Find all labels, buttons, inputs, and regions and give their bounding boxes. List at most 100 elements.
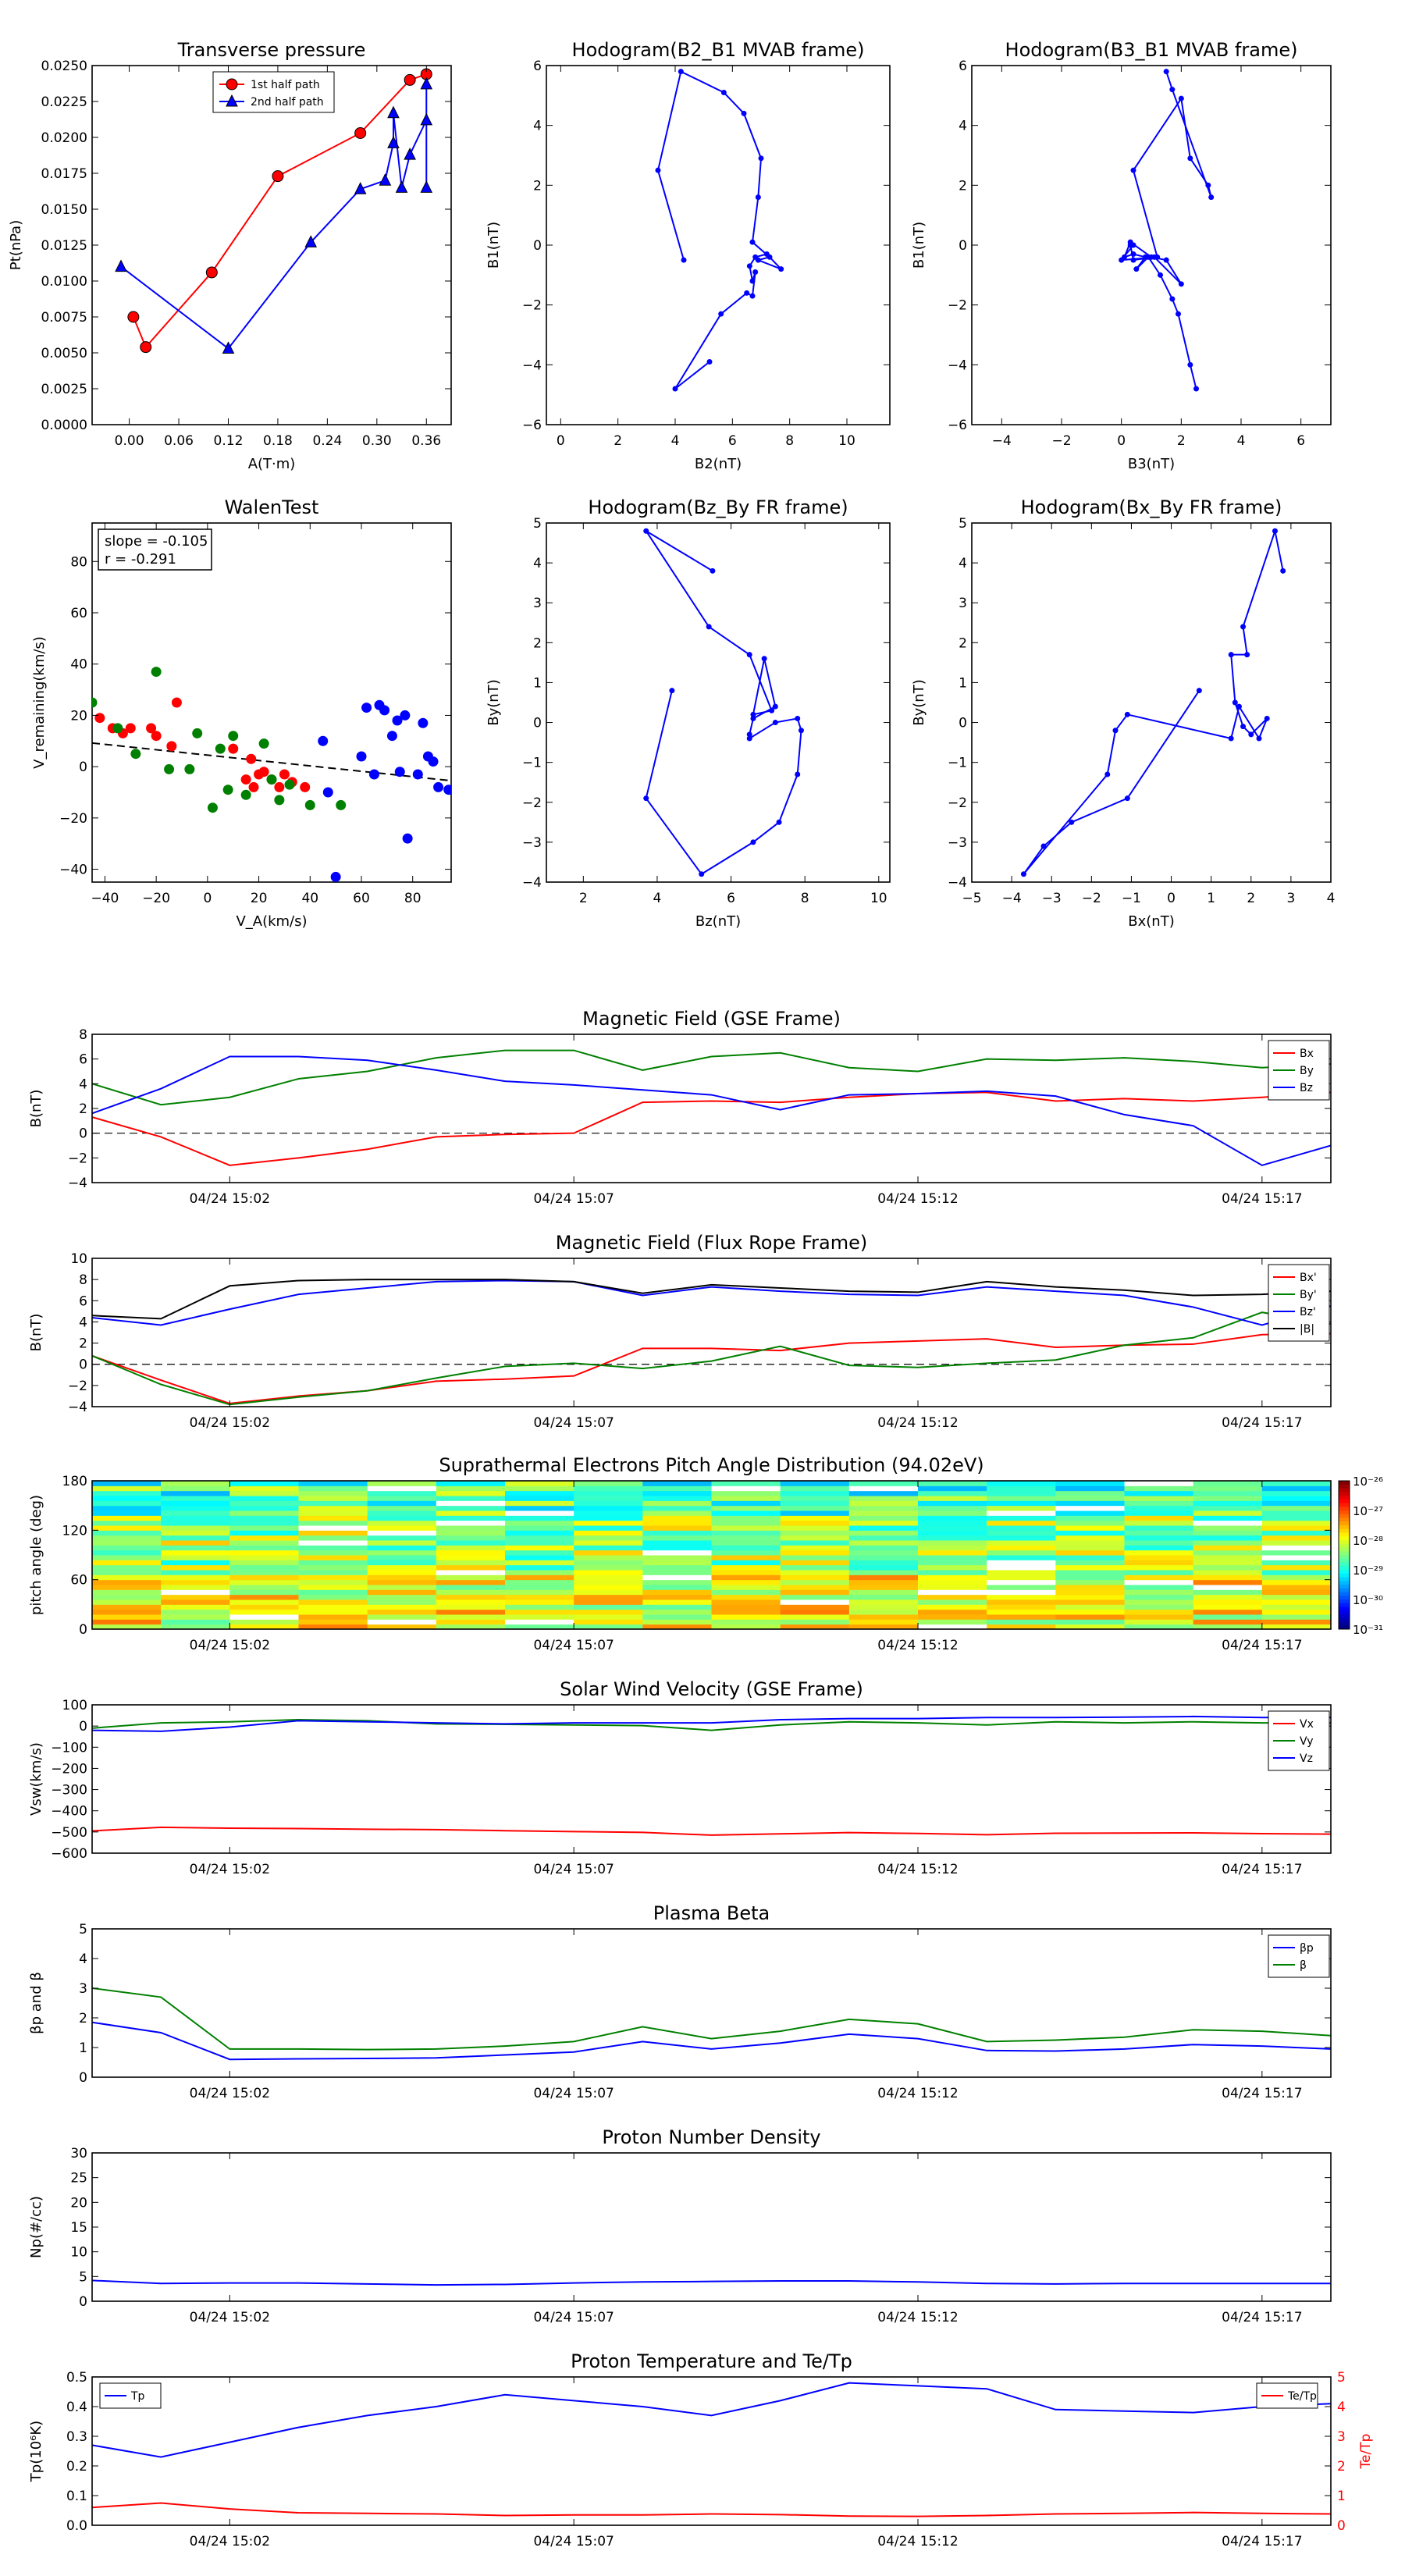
heatmap-cell (848, 1520, 919, 1526)
heatmap-cell (1261, 1574, 1331, 1581)
x-tick-label: 0.36 (411, 433, 441, 449)
heatmap-cell (92, 1599, 162, 1605)
data-point (1112, 728, 1119, 734)
x-tick-label: 8 (785, 433, 794, 449)
heatmap-cell (367, 1599, 437, 1605)
heatmap-cell (92, 1594, 162, 1600)
heatmap-cell (161, 1545, 230, 1551)
data-point (420, 180, 433, 193)
heatmap-cell (1261, 1530, 1331, 1536)
heatmap-cell (92, 1589, 162, 1596)
scatter-point (240, 774, 251, 785)
heatmap-cell (1261, 1545, 1331, 1551)
y-axis-label: Vsw(km/s) (28, 1742, 44, 1816)
data-point (746, 263, 752, 269)
heatmap-cell (505, 1510, 574, 1516)
x-axis-label: Bx(nT) (1128, 913, 1174, 930)
heatmap-cell (161, 1570, 230, 1575)
heatmap-cell (711, 1560, 781, 1566)
heatmap-cell (161, 1594, 230, 1600)
heatmap-cell (229, 1490, 299, 1496)
x-tick-label: 2 (614, 433, 622, 449)
y-tick-label: 0.4 (66, 2400, 87, 2415)
heatmap-cell (918, 1599, 987, 1605)
colorbar-segment (1339, 1510, 1350, 1515)
colorbar-segment (1339, 1606, 1350, 1611)
heatmap-cell (1055, 1604, 1125, 1610)
data-point (127, 311, 140, 323)
heatmap-cell (229, 1515, 299, 1521)
heatmap-cell (505, 1555, 574, 1560)
colorbar-segment (1339, 1499, 1350, 1503)
scatter-point (94, 713, 105, 724)
colorbar-segment (1339, 1558, 1350, 1563)
heatmap-cell (367, 1579, 437, 1585)
y-tick-label: −2 (522, 795, 542, 811)
heatmap-cell (918, 1550, 987, 1556)
y-tick-label: −200 (51, 1761, 87, 1777)
series-line (1119, 71, 1212, 390)
y-tick-label: −600 (51, 1846, 87, 1862)
chart-title: Transverse pressure (177, 39, 366, 61)
heatmap-cell (436, 1599, 506, 1605)
heatmap-cell (505, 1604, 574, 1610)
y-tick-label: 3 (533, 596, 542, 611)
heatmap-cell (92, 1505, 162, 1511)
series-line (92, 1311, 1331, 1406)
heatmap-cell (642, 1599, 712, 1605)
plot-area (92, 667, 451, 882)
heatmap-cell (574, 1619, 643, 1625)
y-tick-label: −300 (51, 1783, 87, 1799)
data-point (1133, 266, 1140, 272)
scatter-point (428, 756, 439, 767)
heatmap-cell (918, 1589, 987, 1596)
heatmap-cell (642, 1550, 712, 1556)
heatmap-cell (918, 1496, 987, 1501)
heatmap-cell (1055, 1496, 1125, 1501)
heatmap-cell (918, 1500, 987, 1507)
heatmap-cell (780, 1614, 850, 1620)
y-tick-label: 1 (533, 675, 542, 691)
chart-title: Hodogram(Bx_By FR frame) (1021, 496, 1282, 518)
magnetic-field-gse-chart: 04/24 15:02 04/24 15:07 04/24 15:12 04/24 1… (28, 1008, 1332, 1207)
colorbar-segment (1339, 1540, 1350, 1545)
right-tick-label: 5 (1337, 2370, 1346, 2386)
heatmap-cell (436, 1485, 506, 1492)
plot-area (92, 2382, 1331, 2517)
heatmap-cell (642, 1515, 712, 1521)
heatmap-cell (92, 1485, 162, 1492)
heatmap-cell (642, 1555, 712, 1560)
legend-label: β (1300, 1959, 1307, 1972)
heatmap-cell (1261, 1525, 1331, 1531)
heatmap-cell (918, 1619, 987, 1625)
heatmap-cell (987, 1510, 1056, 1516)
plasma-beta-frame (91, 1928, 1332, 2078)
heatmap-cell (229, 1510, 299, 1516)
x-tick-label: −1 (1122, 891, 1141, 906)
heatmap-cell (780, 1490, 850, 1496)
y-axis-label: B1(nT) (911, 222, 927, 269)
colorbar-segment (1339, 1596, 1350, 1600)
x-tick-label: −20 (142, 891, 170, 906)
data-point (769, 707, 775, 713)
heatmap-cell (229, 1570, 299, 1575)
heatmap-cell (161, 1589, 230, 1596)
y-tick-label: 4 (959, 556, 967, 571)
heatmap-cell (780, 1604, 850, 1610)
y-axis-label: Pt(nPa) (8, 220, 24, 270)
y-tick-label: 5 (533, 516, 542, 532)
heatmap-cell (848, 1540, 919, 1546)
heatmap-cell (1193, 1550, 1263, 1556)
heatmap-cell (1055, 1619, 1125, 1625)
heatmap-cell (987, 1614, 1056, 1620)
heatmap-cell (711, 1614, 781, 1620)
heatmap-cell (367, 1515, 437, 1521)
y-tick-label: 0.0100 (41, 274, 87, 290)
scatter-point (248, 781, 259, 792)
colorbar-segment (1339, 1621, 1350, 1626)
heatmap-cell (161, 1525, 230, 1531)
heatmap-cell (161, 1530, 230, 1536)
x-tick-label: 60 (353, 891, 370, 906)
heatmap-cell (642, 1540, 712, 1546)
data-point (1130, 167, 1136, 173)
